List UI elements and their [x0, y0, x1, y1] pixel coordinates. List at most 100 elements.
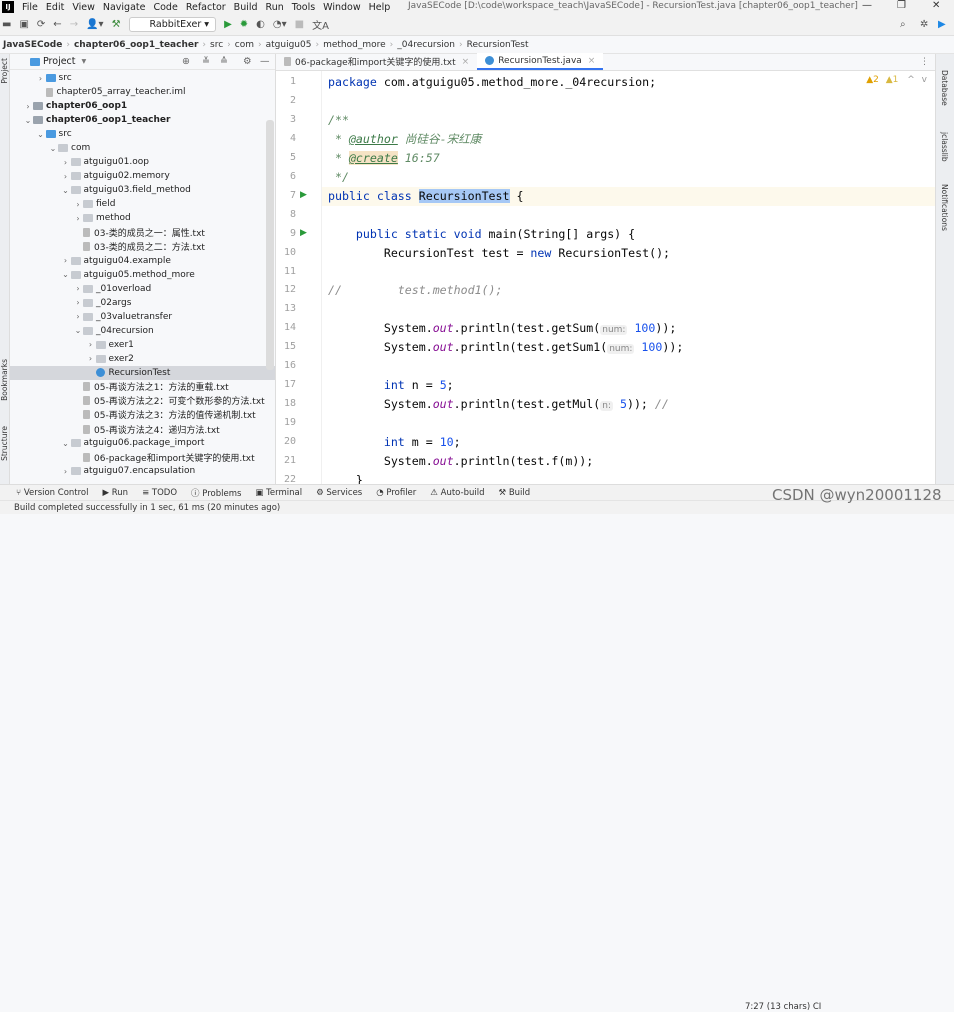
- breadcrumb-item[interactable]: _04recursion: [397, 40, 455, 50]
- tree-item[interactable]: › exer2: [10, 352, 275, 366]
- menu-refactor[interactable]: Refactor: [186, 2, 226, 13]
- back-icon[interactable]: ←: [53, 19, 61, 30]
- more-tabs-icon[interactable]: ⋮: [920, 57, 929, 67]
- project-scrollbar[interactable]: [266, 120, 274, 370]
- gear-icon[interactable]: ⚙: [243, 56, 252, 67]
- menu-edit[interactable]: Edit: [46, 2, 64, 13]
- chevron-down-icon[interactable]: ⌄: [36, 130, 46, 139]
- save-icon[interactable]: ▣: [19, 19, 28, 30]
- code-line[interactable]: System.out.println(test.getSum(num: 100)…: [328, 319, 676, 338]
- code-line[interactable]: public static void main(String[] args) {: [328, 225, 635, 244]
- tree-item[interactable]: › atguigu01.oop: [10, 155, 275, 169]
- chevron-right-icon[interactable]: ›: [61, 256, 71, 265]
- tool-window-problems[interactable]: ⓘ Problems: [191, 487, 241, 499]
- tree-item[interactable]: 05-再谈方法之4：递归方法.txt: [10, 422, 275, 436]
- tree-item[interactable]: › field: [10, 197, 275, 211]
- plugin-icon[interactable]: ▶: [938, 19, 946, 30]
- tool-window-terminal[interactable]: ▣ Terminal: [255, 488, 302, 498]
- tree-item[interactable]: ⌄ src: [10, 127, 275, 141]
- chevron-right-icon[interactable]: ›: [23, 102, 33, 111]
- collapse-all-icon[interactable]: ≙: [220, 56, 228, 67]
- tree-item[interactable]: RecursionTest: [10, 365, 275, 380]
- run-icon[interactable]: ▶: [224, 19, 232, 30]
- breadcrumb-item[interactable]: src: [210, 40, 223, 50]
- locate-icon[interactable]: ⊕: [182, 56, 190, 67]
- run-gutter-icon[interactable]: ▶: [300, 190, 307, 200]
- debug-icon[interactable]: ✹: [240, 19, 248, 30]
- search-icon[interactable]: ⌕: [900, 19, 906, 30]
- menu-window[interactable]: Window: [323, 2, 360, 13]
- settings-icon[interactable]: ✲: [920, 19, 928, 30]
- warning-count[interactable]: ▲2: [866, 75, 879, 85]
- tree-item[interactable]: 06-package和import关键字的使用.txt: [10, 450, 275, 464]
- chevron-right-icon[interactable]: ›: [73, 312, 83, 321]
- tree-item[interactable]: › _02args: [10, 296, 275, 310]
- project-tool-tab[interactable]: Project: [0, 58, 9, 84]
- tree-item[interactable]: 05-再谈方法之3：方法的值传递机制.txt: [10, 408, 275, 422]
- chevron-right-icon[interactable]: ›: [73, 284, 83, 293]
- open-icon[interactable]: ▬: [2, 19, 11, 30]
- tree-item[interactable]: ⌄ chapter06_oop1_teacher: [10, 113, 275, 127]
- chevron-right-icon[interactable]: ›: [61, 172, 71, 181]
- chevron-right-icon[interactable]: ›: [73, 298, 83, 307]
- chevron-right-icon[interactable]: ›: [61, 158, 71, 167]
- tool-window-auto-build[interactable]: ⚠ Auto-build: [430, 488, 484, 498]
- chevron-right-icon[interactable]: ›: [86, 340, 96, 349]
- expand-all-icon[interactable]: ≚: [202, 56, 210, 67]
- status-message[interactable]: Build completed successfully in 1 sec, 6…: [14, 503, 280, 513]
- breadcrumb-item[interactable]: RecursionTest: [467, 40, 529, 50]
- inspection-widget[interactable]: ▲2 ▲1 ^ v: [866, 75, 927, 85]
- chevron-down-icon[interactable]: ⌄: [61, 439, 71, 448]
- menu-file[interactable]: File: [22, 2, 38, 13]
- tool-window-version-control[interactable]: ⑂ Version Control: [16, 488, 89, 498]
- hide-icon[interactable]: —: [260, 56, 270, 67]
- chevron-right-icon[interactable]: ›: [86, 354, 96, 363]
- caret-position[interactable]: 7:27 (13 chars) CI: [745, 1002, 821, 1012]
- jclasslib-tool-tab[interactable]: jclasslib: [940, 132, 949, 162]
- stop-icon[interactable]: ■: [295, 19, 304, 30]
- tree-item[interactable]: › _01overload: [10, 282, 275, 296]
- tree-item[interactable]: › exer1: [10, 338, 275, 352]
- menu-tools[interactable]: Tools: [292, 2, 315, 13]
- tool-window-run[interactable]: ▶ Run: [103, 488, 129, 498]
- chevron-up-icon[interactable]: ^: [907, 75, 915, 85]
- chevron-down-icon[interactable]: ⌄: [48, 144, 58, 153]
- code-line[interactable]: System.out.println(test.getSum1(num: 100…: [328, 338, 683, 357]
- tool-window-todo[interactable]: ≡ TODO: [142, 488, 177, 498]
- tree-item[interactable]: 03-类的成员之一：属性.txt: [10, 225, 275, 239]
- code-line[interactable]: * @author 尚硅谷-宋红康: [328, 130, 481, 149]
- project-view-select[interactable]: Project: [43, 56, 76, 67]
- tree-item[interactable]: › src: [10, 71, 275, 85]
- tool-window-build[interactable]: ⚒ Build: [499, 488, 531, 498]
- notifications-tool-tab[interactable]: Notifications: [940, 184, 949, 231]
- tree-item[interactable]: › chapter06_oop1: [10, 99, 275, 113]
- code-line[interactable]: */: [328, 168, 349, 187]
- menu-run[interactable]: Run: [266, 2, 284, 13]
- chevron-right-icon[interactable]: ›: [61, 467, 71, 476]
- code-line[interactable]: int n = 5;: [328, 376, 454, 395]
- code-line[interactable]: public class RecursionTest {: [328, 187, 523, 206]
- chevron-right-icon[interactable]: ›: [73, 214, 83, 223]
- close-button[interactable]: ✕: [932, 0, 940, 11]
- chevron-down-icon[interactable]: v: [922, 75, 927, 85]
- chevron-right-icon[interactable]: ›: [36, 74, 46, 83]
- tree-item[interactable]: 05-再谈方法之2：可变个数形参的方法.txt: [10, 394, 275, 408]
- code-line[interactable]: System.out.println(test.f(m));: [328, 452, 593, 471]
- code-line[interactable]: * @create 16:57: [328, 149, 440, 168]
- code-line[interactable]: /**: [328, 111, 349, 130]
- breadcrumb-item[interactable]: JavaSECode: [3, 40, 62, 50]
- structure-tool-tab[interactable]: Structure: [0, 426, 9, 461]
- chevron-right-icon[interactable]: ›: [73, 200, 83, 209]
- tree-item[interactable]: › atguigu02.memory: [10, 169, 275, 183]
- breadcrumb-item[interactable]: atguigu05: [266, 40, 312, 50]
- chevron-down-icon[interactable]: ⌄: [23, 116, 33, 125]
- bookmarks-tool-tab[interactable]: Bookmarks: [0, 359, 9, 401]
- tab-recursiontest-java[interactable]: RecursionTest.java ×: [477, 53, 604, 70]
- menu-view[interactable]: View: [72, 2, 95, 13]
- tree-item[interactable]: ⌄ atguigu03.field_method: [10, 183, 275, 197]
- tool-window-profiler[interactable]: ◔ Profiler: [376, 488, 416, 498]
- code-line[interactable]: // test.method1();: [328, 281, 503, 300]
- chevron-down-icon[interactable]: ⌄: [73, 326, 83, 335]
- user-icon[interactable]: 👤▾: [86, 19, 103, 30]
- menu-build[interactable]: Build: [234, 2, 258, 13]
